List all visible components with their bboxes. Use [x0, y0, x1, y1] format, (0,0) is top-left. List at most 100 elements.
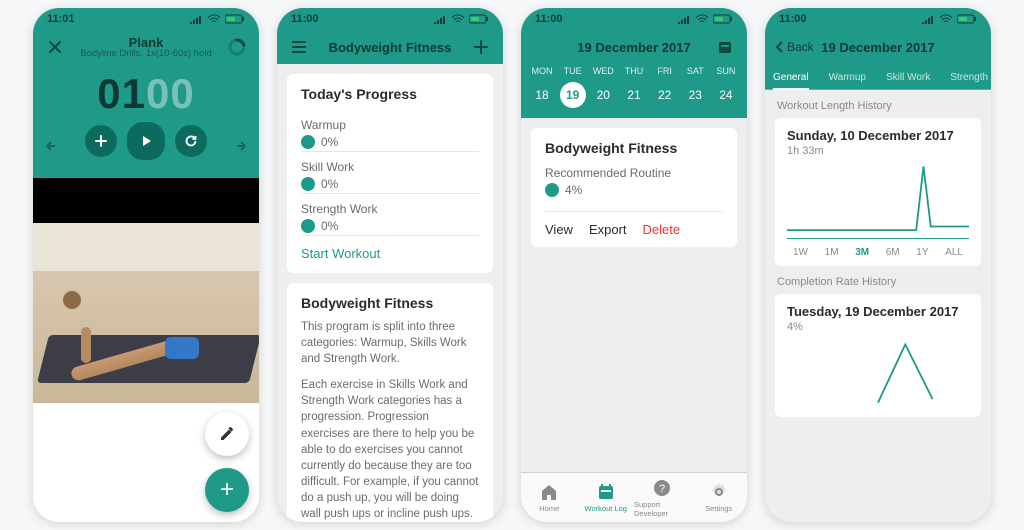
range-option[interactable]: 1M: [825, 247, 839, 258]
export-button[interactable]: Export: [589, 222, 627, 237]
day-label: THU: [621, 66, 647, 76]
progress-value: 0%: [321, 219, 338, 233]
day-label: MON: [529, 66, 555, 76]
next-exercise-button[interactable]: [229, 138, 253, 154]
timer-header: Plank Bodyline Drills, 1x(10-60s) hold 0…: [33, 8, 259, 178]
range-option[interactable]: 6M: [886, 247, 900, 258]
screen-home: 11:00 Bodyweight Fitness Today's Progres…: [277, 8, 503, 522]
progress-label: Warmup: [301, 118, 479, 132]
completion-section-label: Completion Rate History: [777, 276, 979, 288]
timer-active: 01: [97, 70, 146, 117]
range-option[interactable]: ALL: [945, 247, 963, 258]
screen-history: 11:00 Back 19 December 2017 GeneralWarmu…: [765, 8, 991, 522]
view-button[interactable]: View: [545, 222, 573, 237]
calendar-day[interactable]: 20: [590, 82, 616, 108]
screen-workout-log: 11:00 19 December 2017 MONTUEWEDTHUFRISA…: [521, 8, 747, 522]
timer-inactive: 00: [146, 70, 195, 117]
calendar-day[interactable]: 22: [652, 82, 678, 108]
history-tabs: General Warmup Skill Work Strength: [765, 64, 991, 90]
tab-label: Home: [539, 504, 559, 513]
progress-row: Skill Work0%: [301, 151, 479, 193]
progress-dot: [301, 135, 315, 149]
length-date: Sunday, 10 December 2017: [787, 128, 969, 143]
play-button[interactable]: [127, 122, 165, 160]
back-button[interactable]: Back: [775, 40, 814, 54]
progress-row: Strength Work 0%: [301, 193, 479, 235]
add-time-button[interactable]: [85, 125, 117, 157]
calendar-day[interactable]: 18: [529, 82, 555, 108]
exercise-video[interactable]: [33, 178, 259, 403]
back-label: Back: [787, 40, 814, 54]
progress-heading: Today's Progress: [301, 86, 479, 102]
info-card: Bodyweight Fitness This program is split…: [287, 283, 493, 522]
timer-controls: [33, 122, 259, 170]
range-option[interactable]: 1Y: [916, 247, 928, 258]
length-history-panel: Sunday, 10 December 2017 1h 33m 1W 1M 3M 6M…: [775, 118, 981, 266]
length-sparkline: [787, 161, 969, 239]
length-section-label: Workout Length History: [777, 100, 979, 112]
progress-ring-icon[interactable]: [225, 35, 249, 59]
tab-settings[interactable]: Settings: [691, 473, 748, 522]
info-paragraph: Each exercise in Skills Work and Strengt…: [301, 377, 479, 522]
progress-dot: [545, 183, 559, 197]
page-title: Bodyweight Fitness: [329, 40, 452, 55]
tab-support-developer[interactable]: ?Support Developer: [634, 473, 691, 522]
status-bar: 11:01: [33, 8, 259, 30]
calendar-week-row: 18192021222324: [521, 76, 747, 118]
calendar-day-labels: MONTUEWEDTHUFRISATSUN: [521, 66, 747, 76]
screen-plank-timer: 11:01 Plank Bodyline Drills, 1x(10-60s) …: [33, 8, 259, 522]
progress-dot: [301, 219, 315, 233]
status-bar: 11:00: [277, 8, 503, 30]
log-icon: [596, 482, 616, 502]
progress-value: 0%: [321, 135, 338, 149]
info-paragraph: This program is split into three categor…: [301, 319, 479, 367]
completion-history-panel: Tuesday, 19 December 2017 4%: [775, 294, 981, 417]
home-icon: [539, 482, 559, 502]
plus-icon[interactable]: [469, 35, 493, 59]
add-button[interactable]: +: [205, 468, 249, 512]
day-label: TUE: [560, 66, 586, 76]
length-value: 1h 33m: [787, 145, 969, 157]
calendar-day[interactable]: 24: [713, 82, 739, 108]
progress-card: Today's Progress Warmup0%Skill Work0%Str…: [287, 74, 493, 273]
tab-workout-log[interactable]: Workout Log: [578, 473, 635, 522]
recommended-label: Recommended Routine: [545, 166, 723, 180]
delete-button[interactable]: Delete: [643, 222, 681, 237]
tab-bar: Home Workout Log?Support DeveloperSetting…: [521, 472, 747, 522]
tab-strength[interactable]: Strength: [950, 72, 988, 89]
tab-skill-work[interactable]: Skill Work: [886, 72, 930, 89]
completion-value: 4%: [787, 321, 969, 333]
calendar-day[interactable]: 21: [621, 82, 647, 108]
menu-icon[interactable]: [287, 35, 311, 59]
progress-label: Skill Work: [301, 160, 479, 174]
support-icon: ?: [652, 478, 672, 498]
edit-button[interactable]: [205, 412, 249, 456]
range-option[interactable]: 3M: [855, 247, 869, 258]
start-workout-button[interactable]: Start Workout: [301, 235, 479, 263]
status-icons: [921, 14, 977, 24]
progress-row: Warmup 0%: [301, 110, 479, 151]
status-icons: [677, 14, 733, 24]
range-option[interactable]: 1W: [793, 247, 808, 258]
tab-warmup[interactable]: Warmup: [829, 72, 866, 89]
progress-label: Strength Work: [301, 202, 479, 216]
day-label: WED: [590, 66, 616, 76]
calendar-icon[interactable]: [713, 35, 737, 59]
status-time: 11:01: [47, 13, 75, 25]
calendar-day[interactable]: 23: [682, 82, 708, 108]
log-section-title: Bodyweight Fitness: [545, 140, 723, 156]
progress-dot: [301, 177, 315, 191]
restart-button[interactable]: [175, 125, 207, 157]
day-label: SUN: [713, 66, 739, 76]
settings-icon: [709, 482, 729, 502]
day-label: SAT: [682, 66, 708, 76]
close-icon[interactable]: [43, 35, 67, 59]
tab-general[interactable]: General: [773, 72, 809, 89]
tab-home[interactable]: Home: [521, 473, 578, 522]
status-bar: 11:00: [765, 8, 991, 30]
exercise-subtitle: Bodyline Drills, 1x(10-60s) hold: [80, 48, 211, 59]
status-bar: 11:00: [521, 8, 747, 30]
status-time: 11:00: [779, 13, 807, 25]
calendar-day[interactable]: 19: [560, 82, 586, 108]
prev-exercise-button[interactable]: [39, 138, 63, 154]
